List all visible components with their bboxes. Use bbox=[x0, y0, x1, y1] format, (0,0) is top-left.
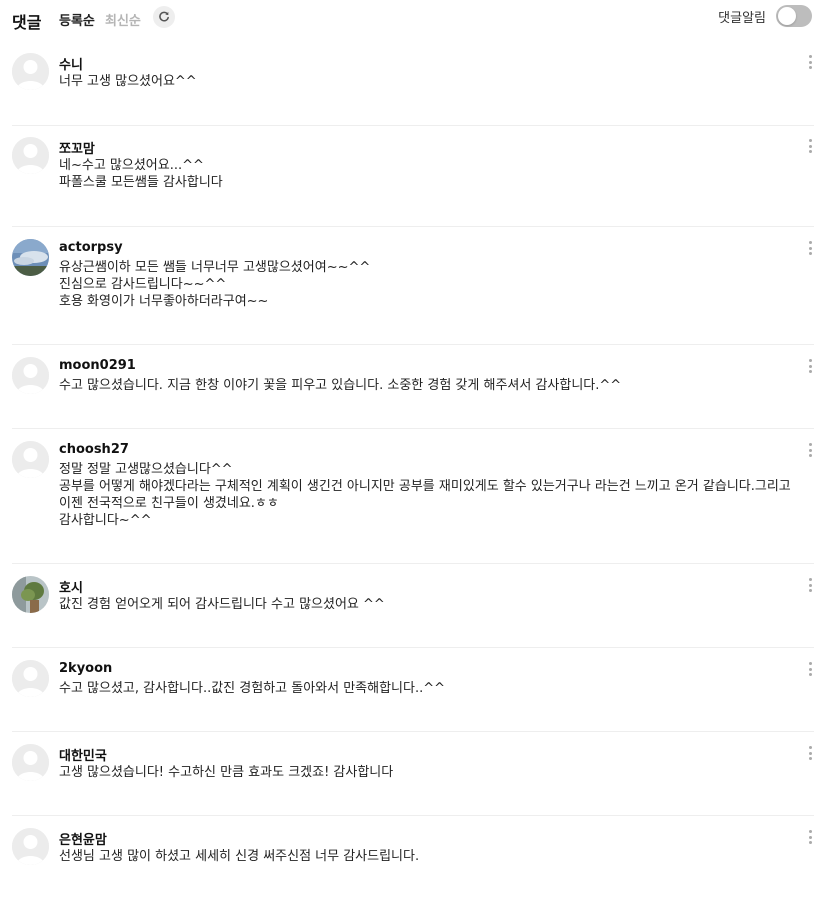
comment-author[interactable]: 대한민국 bbox=[59, 745, 107, 764]
comment-text: 수고 많으셨습니다. 지금 한창 이야기 꽃을 피우고 있습니다. 소중한 경험… bbox=[59, 378, 622, 393]
photo-avatar-sky[interactable] bbox=[12, 239, 49, 276]
comment-text: 선생님 고생 많이 하셨고 세세히 신경 써주신점 너무 감사드립니다. bbox=[59, 849, 420, 864]
comment-author[interactable]: 호시 bbox=[59, 577, 83, 596]
default-avatar-icon[interactable] bbox=[12, 137, 49, 174]
comment-text: 정말 정말 고생많으셨습니다^^ 공부를 어떻게 해야겠다라는 구체적인 계획이… bbox=[59, 462, 791, 528]
refresh-button[interactable] bbox=[153, 6, 175, 28]
default-avatar-icon[interactable] bbox=[12, 660, 49, 697]
more-options-icon[interactable] bbox=[803, 53, 817, 71]
comment-text: 네~수고 많으셨어요...^^ 파폴스쿨 모든쌤들 감사합니다 bbox=[59, 158, 223, 190]
comment-divider bbox=[12, 125, 814, 126]
photo-avatar-plant[interactable] bbox=[12, 576, 49, 613]
comment-notify: 댓글알림 bbox=[718, 5, 812, 27]
comment-author[interactable]: 2kyoon bbox=[59, 661, 112, 676]
default-avatar-icon[interactable] bbox=[12, 53, 49, 90]
default-avatar-icon[interactable] bbox=[12, 441, 49, 478]
default-avatar-icon[interactable] bbox=[12, 357, 49, 394]
comment-divider bbox=[12, 815, 814, 816]
default-avatar-icon[interactable] bbox=[12, 744, 49, 781]
notify-toggle[interactable] bbox=[776, 5, 812, 27]
comment-divider bbox=[12, 647, 814, 648]
more-options-icon[interactable] bbox=[803, 744, 817, 762]
comment-text: 너무 고생 많으셨어요^^ bbox=[59, 74, 197, 89]
comment-divider bbox=[12, 428, 814, 429]
more-options-icon[interactable] bbox=[803, 660, 817, 678]
comment-author[interactable]: moon0291 bbox=[59, 358, 136, 373]
comment-divider bbox=[12, 344, 814, 345]
comment-author[interactable]: 은현윤맘 bbox=[59, 829, 107, 848]
notify-label: 댓글알림 bbox=[718, 10, 766, 26]
comment-text: 수고 많으셨고, 감사합니다..값진 경험하고 돌아와서 만족해합니다..^^ bbox=[59, 681, 446, 696]
comment-author[interactable]: actorpsy bbox=[59, 240, 123, 255]
comment-text: 값진 경험 얻어오게 되어 감사드립니다 수고 많으셨어요 ^^ bbox=[59, 597, 385, 612]
comment-author[interactable]: 수니 bbox=[59, 54, 83, 73]
more-options-icon[interactable] bbox=[803, 828, 817, 846]
comment-divider bbox=[12, 563, 814, 564]
more-options-icon[interactable] bbox=[803, 576, 817, 594]
more-options-icon[interactable] bbox=[803, 441, 817, 459]
comment-author[interactable]: 쪼꼬맘 bbox=[59, 138, 95, 157]
comment-divider bbox=[12, 731, 814, 732]
more-options-icon[interactable] bbox=[803, 357, 817, 375]
sort-registered-button[interactable]: 등록순 bbox=[59, 10, 95, 29]
default-avatar-icon[interactable] bbox=[12, 828, 49, 865]
comment-divider bbox=[12, 226, 814, 227]
comment-header: 댓글 등록순 최신순 댓글알림 bbox=[0, 0, 840, 36]
comment-author[interactable]: choosh27 bbox=[59, 442, 129, 457]
more-options-icon[interactable] bbox=[803, 137, 817, 155]
comment-text: 고생 많으셨습니다! 수고하신 만큼 효과도 크겠죠! 감사합니다 bbox=[59, 765, 394, 780]
refresh-icon bbox=[159, 11, 169, 22]
comment-title: 댓글 bbox=[12, 13, 42, 32]
more-options-icon[interactable] bbox=[803, 239, 817, 257]
toggle-knob bbox=[778, 7, 796, 25]
sort-latest-button[interactable]: 최신순 bbox=[105, 10, 141, 29]
comment-text: 유상근쌤이하 모든 쌤들 너무너무 고생많으셨어여~~^^ 진심으로 감사드립니… bbox=[59, 260, 371, 309]
